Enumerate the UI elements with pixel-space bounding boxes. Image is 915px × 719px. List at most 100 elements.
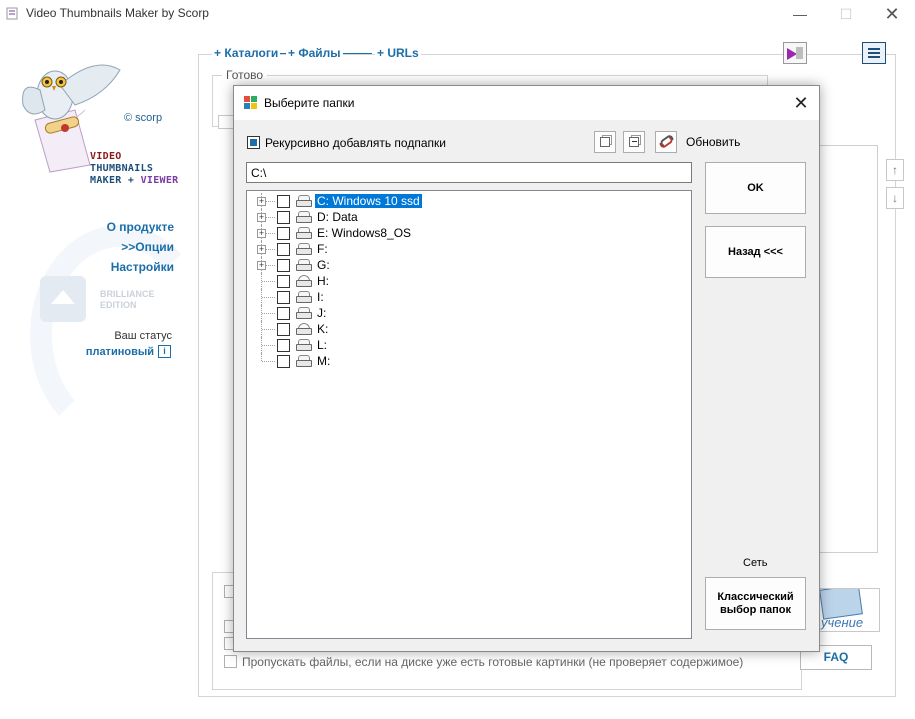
refresh-button[interactable] xyxy=(655,131,677,153)
app-icon xyxy=(6,7,18,20)
drive-label[interactable]: L: xyxy=(315,338,329,352)
tab-files[interactable]: + Файлы xyxy=(286,46,343,60)
edition-line-2: EDITION xyxy=(100,300,137,310)
hard-drive-icon xyxy=(296,242,312,256)
edition-text: BRILLIANCE EDITION xyxy=(100,289,155,311)
drive-checkbox[interactable] xyxy=(277,355,290,368)
expand-plus-icon[interactable]: + xyxy=(257,197,266,206)
icon-square-blue xyxy=(244,103,250,109)
tab-urls[interactable]: + URLs xyxy=(375,46,421,60)
expand-plus-icon[interactable]: + xyxy=(257,213,266,222)
tree-row-drive[interactable]: L: xyxy=(247,337,687,353)
drive-label[interactable]: J: xyxy=(315,306,328,320)
close-button[interactable]: ✕ xyxy=(869,0,915,28)
drive-label[interactable]: C: Windows 10 ssd xyxy=(315,194,422,208)
cd-drive-icon xyxy=(296,322,312,336)
tree-connector xyxy=(262,297,275,298)
drive-label[interactable]: K: xyxy=(315,322,330,336)
window-title: Video Thumbnails Maker by Scorp xyxy=(26,6,209,20)
drive-checkbox[interactable] xyxy=(277,307,290,320)
tree-connector xyxy=(262,361,275,362)
tree-row-drive[interactable]: H: xyxy=(247,273,687,289)
dialog-close-button[interactable]: ✕ xyxy=(787,90,815,116)
back-button[interactable]: Назад <<< xyxy=(705,226,806,278)
list-icon xyxy=(868,48,880,50)
drive-checkbox[interactable] xyxy=(277,291,290,304)
drive-icon-body xyxy=(296,264,312,271)
tree-connector xyxy=(262,313,275,314)
tree-row-drive[interactable]: + G: xyxy=(247,257,687,273)
drive-label[interactable]: E: Windows8_OS xyxy=(315,226,413,240)
status-value[interactable]: платиновый xyxy=(70,346,154,358)
drive-icon-body xyxy=(296,280,312,287)
drive-icon-body xyxy=(296,248,312,255)
drive-label[interactable]: I: xyxy=(315,290,326,304)
minus-icon xyxy=(632,141,637,142)
select-folders-dialog: Выберите папки ✕ Рекурсивно добавлять по… xyxy=(233,85,820,652)
drive-label[interactable]: D: Data xyxy=(315,210,360,224)
edition-line-1: BRILLIANCE xyxy=(100,289,155,299)
brand-line-maker: MAKER + VIEWER xyxy=(90,175,179,186)
ok-button[interactable]: OK xyxy=(705,162,806,214)
nav-about-link[interactable]: О продукте xyxy=(54,220,174,234)
folder-tree[interactable]: + C: Windows 10 ssd + D: Data + E: Windows8_O… xyxy=(246,190,692,639)
info-icon[interactable]: i xyxy=(158,345,171,358)
dialog-app-icon xyxy=(244,96,258,110)
drive-label[interactable]: H: xyxy=(315,274,331,288)
tree-row-drive[interactable]: J: xyxy=(247,305,687,321)
minimize-button[interactable]: — xyxy=(777,0,823,28)
drive-checkbox[interactable] xyxy=(277,243,290,256)
expand-plus-icon[interactable]: + xyxy=(257,229,266,238)
nav-options-link[interactable]: >>Опции xyxy=(54,240,174,254)
tree-row-drive[interactable]: K: xyxy=(247,321,687,337)
recursive-label[interactable]: Рекурсивно добавлять подпапки xyxy=(265,136,446,150)
list-view-button[interactable] xyxy=(862,42,886,64)
tree-row-drive[interactable]: I: xyxy=(247,289,687,305)
path-input[interactable] xyxy=(246,162,692,183)
refresh-label: Обновить xyxy=(686,135,741,149)
drive-icon-body xyxy=(296,296,312,303)
drive-checkbox[interactable] xyxy=(277,211,290,224)
drive-checkbox[interactable] xyxy=(277,323,290,336)
recursive-checkbox[interactable] xyxy=(247,136,260,149)
tree-row-drive[interactable]: + E: Windows8_OS xyxy=(247,225,687,241)
window-titlebar: Video Thumbnails Maker by Scorp — ☐ ✕ xyxy=(0,0,915,28)
drive-checkbox[interactable] xyxy=(277,259,290,272)
drive-icon-body xyxy=(296,232,312,239)
small-field[interactable] xyxy=(218,115,234,129)
skip-files-checkbox[interactable] xyxy=(224,655,237,668)
hard-drive-icon xyxy=(296,306,312,320)
drive-label[interactable]: F: xyxy=(315,242,330,256)
export-arrow-button[interactable] xyxy=(783,42,807,64)
tree-connector xyxy=(262,281,275,282)
tab-catalogs[interactable]: + Каталоги xyxy=(212,46,281,60)
tree-row-drive[interactable]: + F: xyxy=(247,241,687,257)
tree-row-drive[interactable]: + C: Windows 10 ssd xyxy=(247,193,687,209)
drive-icon-body xyxy=(296,312,312,319)
status-label: Ваш статус xyxy=(114,330,172,342)
drive-checkbox[interactable] xyxy=(277,195,290,208)
collapse-all-button[interactable] xyxy=(623,131,645,153)
drive-checkbox[interactable] xyxy=(277,275,290,288)
tree-row-drive[interactable]: M: xyxy=(247,353,687,369)
drive-label[interactable]: M: xyxy=(315,354,332,368)
collapse-icon-front xyxy=(629,137,639,147)
dialog-title: Выберите папки xyxy=(264,96,355,110)
tree-connector xyxy=(262,345,275,346)
drive-checkbox[interactable] xyxy=(277,339,290,352)
maximize-button[interactable]: ☐ xyxy=(823,0,869,28)
learning-label: учение xyxy=(821,615,864,630)
network-label[interactable]: Сеть xyxy=(743,557,767,569)
copy-icon-front xyxy=(600,137,610,147)
expand-plus-icon[interactable]: + xyxy=(257,261,266,270)
nav-settings-link[interactable]: Настройки xyxy=(54,260,174,274)
move-up-button[interactable]: ↑ xyxy=(886,159,904,181)
expand-plus-icon[interactable]: + xyxy=(257,245,266,254)
move-down-button[interactable]: ↓ xyxy=(886,187,904,209)
drive-label[interactable]: G: xyxy=(315,258,332,272)
brilliance-edition-icon xyxy=(40,276,86,322)
expand-all-button[interactable] xyxy=(594,131,616,153)
classic-folder-select-button[interactable]: Классический выбор папок xyxy=(705,577,806,630)
tree-row-drive[interactable]: + D: Data xyxy=(247,209,687,225)
drive-checkbox[interactable] xyxy=(277,227,290,240)
